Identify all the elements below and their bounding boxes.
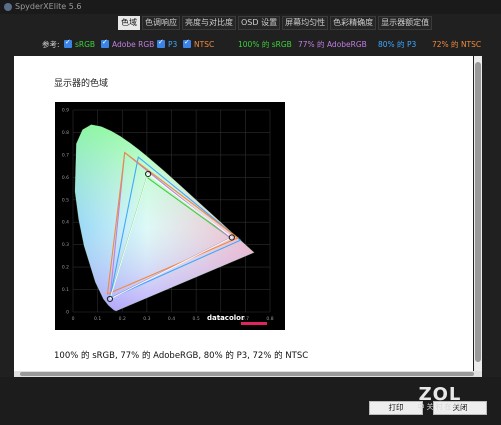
reference-legend: 参考: sRGB Adobe RGB P3 NTSC 100% 的 sRGB 7… <box>42 38 497 52</box>
y-tick-label: 0.4 <box>62 220 69 226</box>
adobe-rgb-checkbox[interactable] <box>101 38 109 48</box>
app-icon <box>4 3 12 11</box>
gamut-summary: 100% 的 sRGB, 77% 的 AdobeRGB, 80% 的 P3, 7… <box>54 351 309 361</box>
x-tick-label: 0.5 <box>193 316 200 322</box>
x-tick-label: 0.8 <box>266 316 273 322</box>
app-window: SpyderXElite 5.6 色域 色调响应 亮度与对比度 OSD 设置 屏… <box>0 0 501 425</box>
srgb-legend-label: sRGB <box>75 40 96 49</box>
y-tick-label: 0 <box>66 310 69 316</box>
srgb-checkbox[interactable] <box>64 38 72 48</box>
tab-brightness-contrast[interactable]: 亮度与对比度 <box>182 16 236 30</box>
tab-color-accuracy[interactable]: 色彩精确度 <box>330 16 377 30</box>
y-tick-label: 0.8 <box>62 130 69 136</box>
y-tick-label: 0.1 <box>62 287 69 293</box>
y-tick-label: 0.2 <box>62 265 69 271</box>
x-tick-label: 0 <box>72 316 75 322</box>
p3-legend-label: P3 <box>168 40 178 49</box>
zol-watermark: ZOL 中关村在线 <box>400 384 480 412</box>
tab-uniformity[interactable]: 屏幕均匀性 <box>282 16 329 30</box>
cie-chart: 0 0.1 0.2 0.3 0.4 0.5 0.6 0.7 0.8 0 0.1 0.2 0.3 0.4 0.… <box>55 102 285 330</box>
page-title: 显示器的色域 <box>54 79 109 89</box>
horizontal-scroll-thumb[interactable] <box>20 372 474 376</box>
window-title: SpyderXElite 5.6 <box>15 2 82 11</box>
ntsc-result: 72% 的 NTSC <box>432 40 482 49</box>
x-tick-label: 0.2 <box>119 316 126 322</box>
srgb-result: 100% 的 sRGB <box>238 40 292 49</box>
report-panel: 显示器的色域 0 0.1 0.2 0.3 0.4 0.5 0.6 0.7 0.8… <box>14 56 473 371</box>
x-tick-label: 0.1 <box>94 316 101 322</box>
tab-gamut[interactable]: 色域 <box>118 16 140 30</box>
title-bar: SpyderXElite 5.6 <box>0 0 501 14</box>
y-tick-label: 0.7 <box>62 152 69 158</box>
y-tick-label: 0.3 <box>62 242 69 248</box>
y-tick-label: 0.6 <box>62 175 69 181</box>
ntsc-checkbox[interactable] <box>183 38 191 48</box>
reference-label: 参考: <box>42 40 60 49</box>
cie-chromaticity-diagram: 0 0.1 0.2 0.3 0.4 0.5 0.6 0.7 0.8 0 0.1 0.2 0.3 0.4 0.… <box>62 108 274 325</box>
tab-display-rating[interactable]: 显示器额定值 <box>378 16 433 30</box>
adobe-rgb-legend-label: Adobe RGB <box>112 40 155 49</box>
y-tick-label: 0.5 <box>62 197 69 203</box>
datacolor-logo: datacolor <box>207 314 267 325</box>
y-tick-label: 0.9 <box>62 108 69 114</box>
x-tick-label: 0.3 <box>143 316 150 322</box>
scroll-thumb[interactable] <box>475 62 481 362</box>
x-tick-label: 0.4 <box>168 316 175 322</box>
p3-checkbox[interactable] <box>157 38 165 48</box>
tab-strip: 色域 色调响应 亮度与对比度 OSD 设置 屏幕均匀性 色彩精确度 显示器额定值 <box>118 16 433 30</box>
adobe-rgb-result: 77% 的 AdobeRGB <box>298 40 367 49</box>
p3-result: 80% 的 P3 <box>378 40 417 49</box>
vertical-scrollbar[interactable] <box>474 56 482 371</box>
tab-tone-response[interactable]: 色调响应 <box>142 16 180 30</box>
watermark-subtitle: 中关村在线 <box>417 403 463 411</box>
datacolor-logo-text: datacolor <box>207 314 245 322</box>
tab-osd-settings[interactable]: OSD 设置 <box>238 16 281 30</box>
ntsc-legend-label: NTSC <box>194 40 215 49</box>
